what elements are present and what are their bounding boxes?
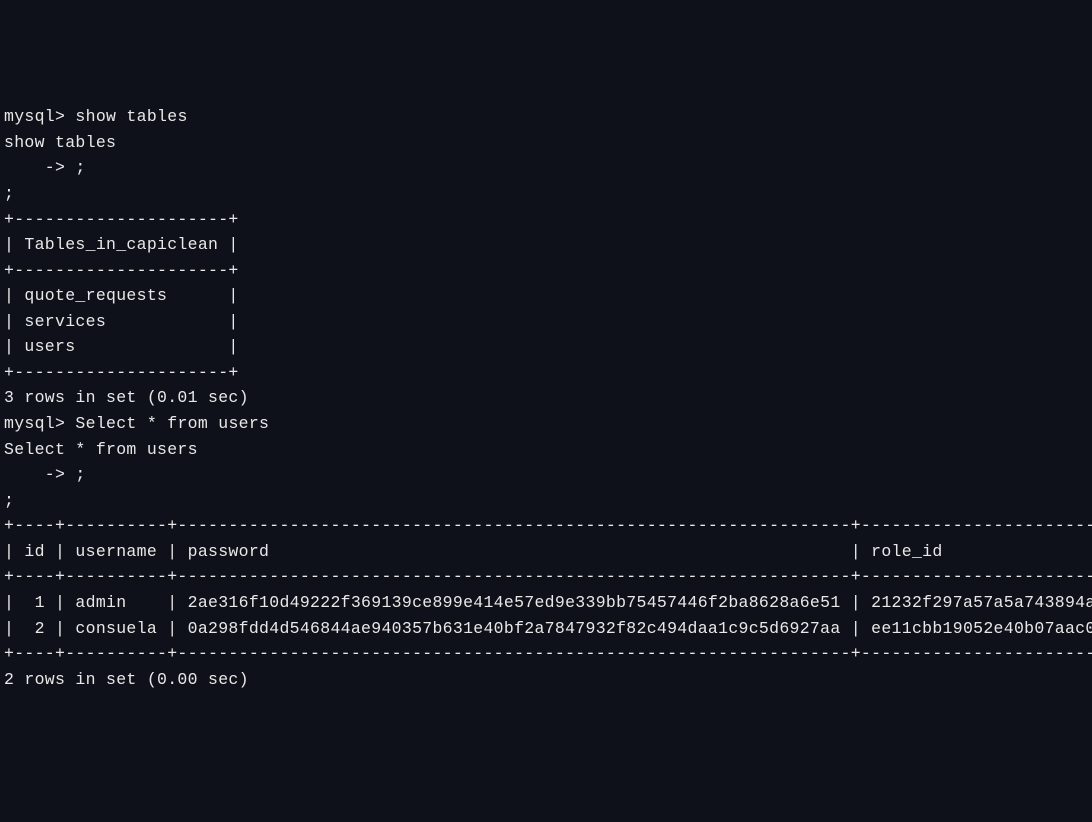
result-summary-1: 3 rows in set (0.01 sec) [4, 385, 1088, 411]
table2-header: | id | username | password | role_id | [4, 539, 1088, 565]
mysql-prompt-line-2: mysql> Select * from users [4, 411, 1088, 437]
echo-line-1: show tables [4, 130, 1088, 156]
semicolon-line-1: ; [4, 181, 1088, 207]
result-summary-2: 2 rows in set (0.00 sec) [4, 667, 1088, 693]
echo-line-2: Select * from users [4, 437, 1088, 463]
table1-header: | Tables_in_capiclean | [4, 232, 1088, 258]
table1-row-users: | users | [4, 334, 1088, 360]
mysql-prompt-prefix: mysql> [4, 414, 75, 433]
table2-border-mid: +----+----------+-----------------------… [4, 564, 1088, 590]
table1-border-mid: +---------------------+ [4, 258, 1088, 284]
continuation-line-2: -> ; [4, 462, 1088, 488]
table2-row-admin: | 1 | admin | 2ae316f10d49222f369139ce89… [4, 590, 1088, 616]
table1-row-services: | services | [4, 309, 1088, 335]
sql-command-show-tables: show tables [75, 107, 187, 126]
table2-border-bottom: +----+----------+-----------------------… [4, 641, 1088, 667]
continuation-line-1: -> ; [4, 155, 1088, 181]
semicolon-line-2: ; [4, 488, 1088, 514]
mysql-prompt-line-1: mysql> show tables [4, 104, 1088, 130]
table2-row-consuela: | 2 | consuela | 0a298fdd4d546844ae94035… [4, 616, 1088, 642]
table2-border-top: +----+----------+-----------------------… [4, 513, 1088, 539]
table1-row-quote-requests: | quote_requests | [4, 283, 1088, 309]
table1-border-bottom: +---------------------+ [4, 360, 1088, 386]
mysql-prompt-prefix: mysql> [4, 107, 75, 126]
sql-command-select-users: Select * from users [75, 414, 269, 433]
table1-border-top: +---------------------+ [4, 207, 1088, 233]
